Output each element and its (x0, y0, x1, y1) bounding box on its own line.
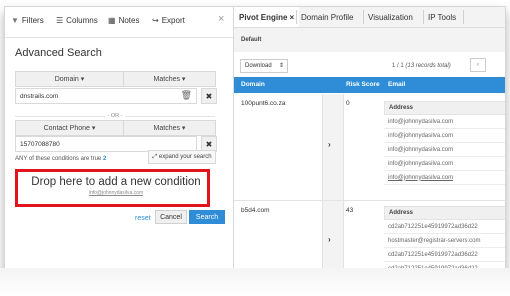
condition-logic-prefix: ANY of these conditions are true (15, 156, 102, 162)
tab-domain-profile-label: Domain Profile (301, 12, 354, 22)
notes-icon: ▦ (108, 16, 116, 25)
email-item[interactable]: info@johnnydasilva.com (384, 143, 505, 157)
table-row: › b5d4.com 43 Address cd2ab712251e459199… (234, 201, 505, 275)
search-button[interactable]: Search (189, 210, 225, 224)
download-select[interactable]: Download ⇕ (240, 59, 288, 73)
view-toolbar (234, 28, 505, 52)
close-icon[interactable]: × (218, 13, 224, 25)
tab-export-label: Export (161, 16, 185, 25)
drop-zone-text: Drop here to add a new condition (31, 176, 201, 188)
close-icon: ✖ (205, 139, 213, 149)
email-list: Address cd2ab712251e45919972ad36d22 host… (384, 206, 505, 275)
column-header-email[interactable]: Email (388, 81, 405, 88)
tab-filters-label: Filters (21, 16, 44, 25)
close-icon[interactable]: × (289, 13, 294, 22)
condition1-field-dropdown[interactable]: Domain ▾ (15, 71, 124, 87)
tab-columns-label: Columns (66, 16, 98, 25)
divider (463, 10, 464, 24)
reset-link[interactable]: reset (135, 215, 151, 222)
tab-pivot-engine-label: Pivot Engine (239, 12, 288, 22)
tab-pivot-engine[interactable]: Pivot Engine × (234, 7, 299, 27)
column-header-risk-score[interactable]: Risk Score (346, 81, 380, 88)
view-name[interactable]: Default (241, 37, 261, 43)
dragged-item-label: info@johnnydasilva.com (88, 190, 144, 196)
cell-domain[interactable]: b5d4.com (241, 207, 270, 214)
page-title: Advanced Search (15, 47, 102, 59)
tab-visualization[interactable]: Visualization (368, 7, 413, 27)
expand-search-button[interactable]: ⤢ expand your search (148, 150, 216, 164)
remove-condition1-button[interactable]: ✖ (201, 88, 217, 104)
tab-columns[interactable]: ☰ Columns (56, 16, 98, 25)
drop-zone[interactable] (15, 169, 210, 207)
select-arrows-icon: ⇕ (278, 63, 284, 69)
email-item[interactable]: cd2ab712251e45919972ad36d22 (384, 220, 505, 234)
tab-notes[interactable]: ▦ Notes (108, 16, 139, 25)
condition1-value-input[interactable]: dnstrails.com 🗑 (15, 88, 197, 104)
condition2-value: 15707088780 (20, 140, 60, 148)
close-icon: ✖ (205, 91, 213, 101)
pagination-pages: 1 / 1 (392, 63, 404, 69)
cell-risk-score: 43 (346, 207, 354, 214)
column-header-domain[interactable]: Domain (241, 81, 265, 88)
email-list-header: Address (384, 206, 505, 220)
expand-column (322, 201, 344, 275)
app-window: ▼ Filters ☰ Columns ▦ Notes ↪ Export × A… (4, 6, 506, 276)
chevron-right-icon[interactable]: › (328, 140, 331, 149)
condition2-match-dropdown[interactable]: Matches ▾ (123, 120, 216, 136)
or-separator: - OR - (15, 112, 216, 120)
divider (125, 115, 216, 117)
cancel-button[interactable]: Cancel (155, 210, 187, 224)
condition-count: 2 (102, 156, 107, 162)
condition2-field-dropdown[interactable]: Contact Phone ▾ (15, 120, 124, 136)
email-item[interactable]: hostmaster@registrar-servers.com (384, 234, 505, 248)
condition1-value: dnstrails.com (20, 92, 59, 100)
tab-ip-tools-label: IP Tools (428, 12, 457, 22)
expand-column (322, 94, 344, 200)
export-icon: ↪ (152, 16, 159, 25)
email-item[interactable]: info@johnnydasilva.com (384, 129, 505, 143)
prev-page-button[interactable]: ‹ (470, 58, 486, 72)
condition-logic-text[interactable]: ANY of these conditions are true 2 (15, 156, 106, 162)
background-shadow (0, 268, 510, 296)
download-select-value: Download (245, 63, 272, 69)
tab-export[interactable]: ↪ Export (152, 16, 185, 25)
cell-risk-score: 0 (346, 100, 350, 107)
tab-domain-profile[interactable]: Domain Profile (301, 7, 353, 27)
chevron-right-icon[interactable]: › (328, 235, 331, 244)
filter-icon: ▼ (11, 16, 19, 25)
divider (15, 115, 105, 117)
tab-notes-label: Notes (118, 16, 140, 25)
pagination-total: (13 records total) (405, 63, 451, 69)
tab-ip-tools[interactable]: IP Tools (428, 7, 456, 27)
advanced-search-panel: ▼ Filters ☰ Columns ▦ Notes ↪ Export × A… (5, 7, 234, 275)
left-tab-bar: ▼ Filters ☰ Columns ▦ Notes ↪ Export × (5, 7, 233, 38)
divider (423, 10, 424, 24)
divider (363, 10, 364, 24)
columns-icon: ☰ (56, 16, 64, 25)
email-list-header: Address (384, 101, 505, 115)
or-label: - OR - (107, 113, 123, 119)
tab-visualization-label: Visualization (368, 12, 413, 22)
email-list: Address info@johnnydasilva.com info@john… (384, 101, 505, 185)
tab-filters[interactable]: ▼ Filters (11, 16, 44, 25)
email-item[interactable]: cd2ab712251e45919972ad36d22 (384, 248, 505, 262)
divider (296, 10, 297, 24)
cell-domain[interactable]: 100punt6.co.za (241, 100, 285, 107)
results-panel: Pivot Engine × Domain Profile Visualizat… (234, 7, 505, 275)
email-item[interactable]: info@johnnydasilva.com (384, 157, 505, 171)
table-row: › 100punt6.co.za 0 Address info@johnnyda… (234, 94, 505, 201)
email-item[interactable]: info@johnnydasilva.com (384, 171, 505, 185)
pagination-info: 1 / 1 (13 records total) (392, 63, 451, 69)
condition1-match-dropdown[interactable]: Matches ▾ (123, 71, 216, 87)
email-item[interactable]: info@johnnydasilva.com (384, 115, 505, 129)
trash-icon[interactable]: 🗑 (181, 90, 192, 101)
